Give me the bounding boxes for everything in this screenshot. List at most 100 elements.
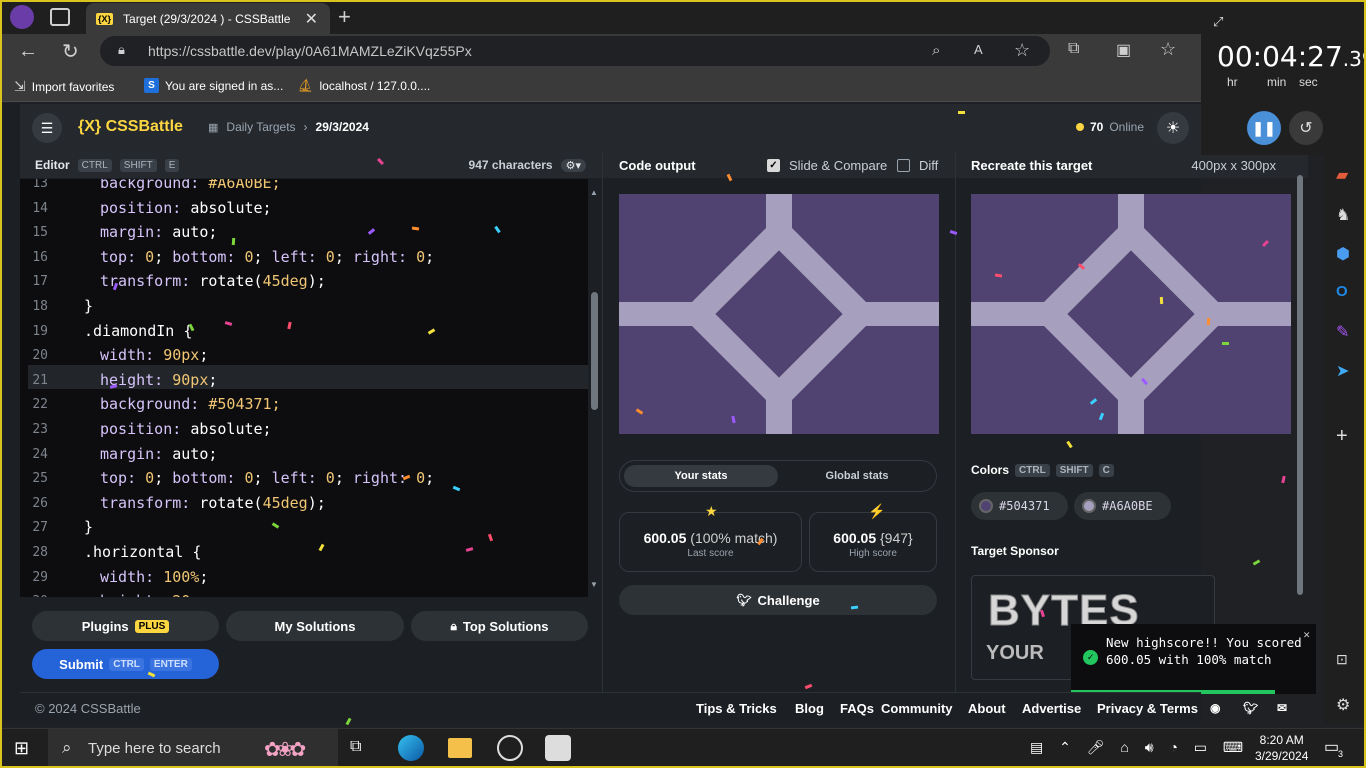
diff-checkbox[interactable] xyxy=(897,158,910,172)
system-tray-icons[interactable]: ▤ ⌃ 🎤︎ ⌂ 🔊︎ ◔ ▭ ⌨ xyxy=(1030,739,1249,756)
notification-icon[interactable]: ▭ xyxy=(1324,737,1339,757)
drop-icon[interactable]: ➤ xyxy=(1336,361,1349,381)
code-token: margin: xyxy=(100,444,173,463)
code-line: height: 90px; xyxy=(100,371,217,389)
expand-icon[interactable]: ⤢ xyxy=(1213,14,1223,30)
edge-taskbar-icon[interactable] xyxy=(398,735,424,761)
taskbar-clock[interactable]: 8:20 AM 3/29/2024 xyxy=(1255,732,1308,764)
code-token: width: xyxy=(100,346,164,365)
my-solutions-button[interactable]: My Solutions xyxy=(226,611,404,641)
slide-compare-checkbox[interactable]: ✓ xyxy=(767,158,780,172)
pause-button[interactable]: ❚❚ xyxy=(1247,111,1281,145)
games-icon[interactable]: ♞ xyxy=(1336,205,1350,225)
close-tab-icon[interactable]: ✕ xyxy=(305,9,318,29)
zoom-icon[interactable]: ⌕ xyxy=(932,42,940,59)
code-token: auto; xyxy=(172,444,218,463)
mail-icon[interactable]: ✉ xyxy=(1277,701,1287,715)
toast-close-icon[interactable]: ✕ xyxy=(1303,626,1310,643)
code-token: background: xyxy=(100,179,209,192)
line-number: 27 xyxy=(32,520,48,536)
color-chip-light[interactable]: #A6A0BE xyxy=(1074,492,1171,520)
target-scrollbar-thumb[interactable] xyxy=(1297,175,1303,595)
discord-icon[interactable]: ◉ xyxy=(1210,701,1220,715)
reset-button[interactable]: ↺ xyxy=(1289,111,1323,145)
line-number: 22 xyxy=(32,397,48,413)
url-bar[interactable]: 🔒︎ https://cssbattle.dev/play/0A61MAMZLe… xyxy=(100,36,1050,66)
phpmyadmin-icon: ⛵︎ xyxy=(297,78,314,93)
add-sidebar-icon[interactable]: + xyxy=(1336,425,1348,448)
theme-toggle-button[interactable]: ☀ xyxy=(1157,112,1189,144)
line-number: 17 xyxy=(32,274,48,290)
new-tab-icon[interactable]: + xyxy=(338,4,351,30)
color-chip-dark[interactable]: #504371 xyxy=(971,492,1068,520)
code-editor[interactable]: 13 background: #A6A0BE; 14 position: absolu… xyxy=(20,179,588,597)
code-token: bottom: xyxy=(172,469,245,488)
tab-your-stats[interactable]: Your stats xyxy=(624,465,778,487)
scroll-up-icon[interactable]: ▲ xyxy=(590,188,598,197)
favorite-label: localhost / 127.0.0.... xyxy=(319,79,431,93)
target-image[interactable] xyxy=(971,194,1291,434)
favorite-item-signed-in[interactable]: S You are signed in as... xyxy=(144,78,283,93)
favorites-bar: ⇲ Import favorites S You are signed in a… xyxy=(0,70,1366,102)
code-token: top: xyxy=(100,469,146,488)
taskbar-search[interactable]: ⌕ Type here to search ✿❀✿ xyxy=(48,729,338,768)
plugins-button[interactable]: Plugins PLUS xyxy=(32,611,219,641)
favorites-icon[interactable]: ☆ xyxy=(1160,39,1176,60)
challenge-button[interactable]: 🐦︎ Challenge xyxy=(619,585,937,615)
lock-icon: 🔒︎ xyxy=(450,618,457,633)
extensions-icon[interactable]: ⧉ xyxy=(1068,40,1079,58)
file-explorer-icon[interactable] xyxy=(448,738,472,758)
breadcrumb-parent[interactable]: Daily Targets xyxy=(226,120,295,134)
add-favorite-icon[interactable]: ☆ xyxy=(1014,40,1030,61)
footer-link-tips[interactable]: Tips & Tricks xyxy=(696,701,777,716)
windows-start-icon[interactable]: ⊞ xyxy=(14,738,29,759)
active-tab[interactable]: {X} Target (29/3/2024 ) - CSSBattle ✕ xyxy=(86,3,330,34)
screenshot-icon[interactable]: ⊡ xyxy=(1336,651,1348,668)
browser-sidebar: ▰ ♞ ⬢ O ✎ ➤ + ⊡ ⚙ xyxy=(1324,155,1366,723)
site-logo[interactable]: {X} CSSBattle xyxy=(78,118,183,136)
footer-link-privacy[interactable]: Privacy & Terms xyxy=(1097,701,1198,716)
shortcut-key: CTRL xyxy=(77,158,112,172)
confetti-piece xyxy=(1281,475,1286,484)
editor-settings-icon[interactable]: ⚙▾ xyxy=(560,158,586,172)
split-screen-icon[interactable]: ▣ xyxy=(1116,40,1131,60)
last-score-card: ★ 600.05 (100% match) Last score xyxy=(619,503,802,572)
editor-scrollbar-thumb[interactable] xyxy=(591,292,598,410)
top-solutions-button[interactable]: 🔒︎ Top Solutions xyxy=(411,611,588,641)
favorite-item-import[interactable]: ⇲ Import favorites xyxy=(14,78,114,95)
designer-icon[interactable]: ✎ xyxy=(1336,322,1349,342)
clock-app-icon[interactable] xyxy=(545,735,571,761)
footer-link-blog[interactable]: Blog xyxy=(795,701,824,716)
code-output-canvas[interactable] xyxy=(619,194,939,434)
tab-global-stats[interactable]: Global stats xyxy=(780,465,934,487)
menu-button[interactable]: ☰ xyxy=(32,113,62,143)
submit-label: Submit xyxy=(59,656,104,672)
outlook-icon[interactable]: O xyxy=(1336,283,1348,300)
footer-link-community[interactable]: Community xyxy=(881,701,953,716)
tab-actions-icon[interactable] xyxy=(50,8,70,26)
unit-label: min xyxy=(1267,75,1287,89)
code-line: height: 20px; xyxy=(100,592,217,597)
back-icon[interactable]: ← xyxy=(18,40,38,63)
character-count: 947 characters xyxy=(468,158,553,172)
task-view-icon[interactable]: ⧉ xyxy=(350,738,361,756)
refresh-icon[interactable]: ↻ xyxy=(62,39,79,64)
footer-link-about[interactable]: About xyxy=(968,701,1006,716)
app-icon[interactable] xyxy=(497,735,523,761)
footer-link-faqs[interactable]: FAQs xyxy=(840,701,874,716)
code-token: } xyxy=(84,297,94,315)
shortcut-key: CTRL xyxy=(1015,463,1050,477)
online-dot-icon xyxy=(1075,123,1084,131)
confetti-piece xyxy=(1221,341,1230,346)
profile-avatar[interactable] xyxy=(10,5,34,29)
sidebar-settings-icon[interactable]: ⚙ xyxy=(1336,695,1350,715)
tools-icon[interactable]: ▰ xyxy=(1336,165,1348,185)
favorite-item-localhost[interactable]: ⛵︎ localhost / 127.0.0.... xyxy=(297,78,430,94)
code-token: 0 xyxy=(325,469,335,488)
scroll-down-icon[interactable]: ▼ xyxy=(590,580,598,589)
read-aloud-icon[interactable]: A xyxy=(974,42,983,57)
footer-link-advertise[interactable]: Advertise xyxy=(1022,701,1081,716)
microsoft365-icon[interactable]: ⬢ xyxy=(1336,244,1350,264)
submit-button[interactable]: Submit CTRL ENTER xyxy=(32,649,219,679)
twitter-icon[interactable]: 🐦︎ xyxy=(1243,701,1258,715)
